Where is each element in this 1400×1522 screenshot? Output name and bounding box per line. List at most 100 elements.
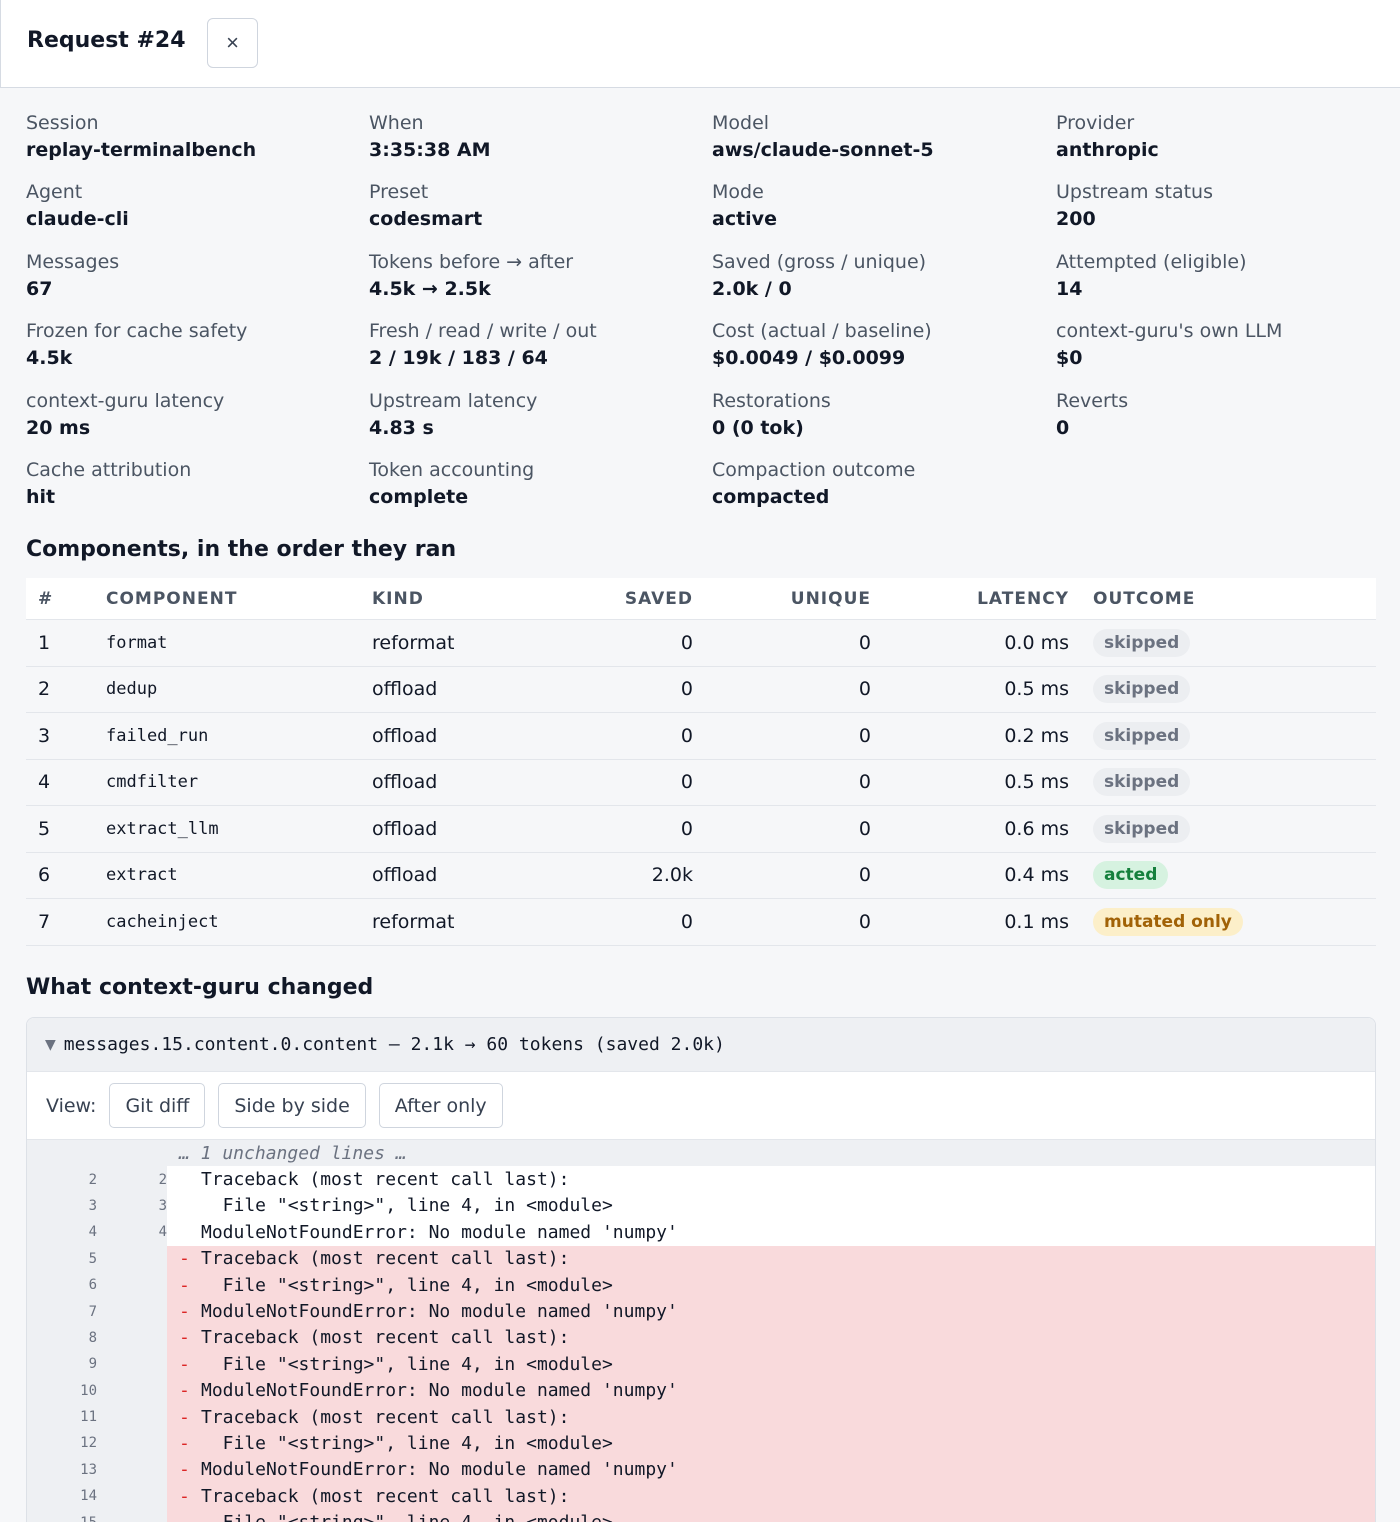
new-line-number: 3 bbox=[158, 1197, 167, 1214]
meta-field: Model aws/claude-sonnet-5 bbox=[712, 108, 1056, 177]
after-only-button[interactable]: After only bbox=[378, 1083, 503, 1128]
meta-label: Mode bbox=[712, 181, 764, 204]
cell-component: dedup bbox=[106, 679, 158, 700]
diff-line-text: File "<string>", line 4, in <module> bbox=[201, 1512, 613, 1522]
cell-latency: 0.6 ms bbox=[1004, 817, 1069, 840]
cell-unique: 0 bbox=[858, 771, 871, 794]
meta-value: 0 bbox=[1056, 416, 1070, 439]
table-row: 3 failed_run offload 0 0 0.2 ms skipped bbox=[26, 713, 1376, 760]
status-badge: skipped bbox=[1093, 675, 1191, 704]
meta-label: Attempted (eligible) bbox=[1056, 250, 1247, 273]
cell-outcome: skipped bbox=[1069, 721, 1191, 750]
old-line-number: 8 bbox=[88, 1329, 97, 1346]
cell-component: failed_run bbox=[106, 725, 209, 746]
cell-kind: offload bbox=[372, 678, 438, 701]
old-line-number: 10 bbox=[80, 1382, 97, 1399]
diff-line-deleted: 15 - File "<string>", line 4, in <module> bbox=[27, 1509, 1375, 1522]
cell-component: extract_llm bbox=[106, 818, 219, 839]
old-line-number: 15 bbox=[27, 1515, 97, 1522]
cell-kind: reformat bbox=[372, 631, 455, 654]
diff-line-deleted: 8 - Traceback (most recent call last): bbox=[27, 1324, 1375, 1352]
meta-label: Restorations bbox=[712, 389, 831, 412]
new-line-number: 4 bbox=[158, 1224, 167, 1241]
table-row: 4 cmdfilter offload 0 0 0.5 ms skipped bbox=[26, 760, 1376, 806]
meta-label: Reverts bbox=[1056, 389, 1129, 412]
col-header-num: # bbox=[38, 588, 54, 609]
meta-value: 4.5k → 2.5k bbox=[369, 277, 491, 300]
diff-line-text: ModuleNotFoundError: No module named 'nu… bbox=[201, 1459, 678, 1481]
cell-component: format bbox=[106, 632, 168, 653]
cell-num: 6 bbox=[38, 864, 51, 887]
diff-summary-toggle[interactable]: ▼ messages.15.content.0.content — 2.1k →… bbox=[27, 1018, 1375, 1072]
diff-line-text: ModuleNotFoundError: No module named 'nu… bbox=[201, 1301, 678, 1323]
col-header-component: COMPONENT bbox=[106, 588, 238, 609]
cell-num: 5 bbox=[38, 817, 51, 840]
diff-line-context: 3 3 File "<string>", line 4, in <module> bbox=[27, 1192, 1375, 1220]
cell-latency: 0.1 ms bbox=[1004, 910, 1069, 933]
cell-unique: 0 bbox=[858, 724, 871, 747]
meta-field: Upstream latency 4.83 s bbox=[369, 386, 712, 455]
diff-line-deleted: 7 - ModuleNotFoundError: No module named '… bbox=[27, 1298, 1375, 1325]
table-row: 1 format reformat 0 0 0.0 ms skipped bbox=[26, 620, 1376, 667]
diff-line-text: Traceback (most recent call last): bbox=[201, 1248, 570, 1270]
diff-marker: - bbox=[179, 1485, 190, 1507]
diff-marker: - bbox=[179, 1353, 190, 1375]
diff-marker: - bbox=[179, 1406, 190, 1428]
diff-line-text: File "<string>", line 4, in <module> bbox=[201, 1353, 613, 1375]
old-line-number: 14 bbox=[80, 1488, 97, 1505]
old-line-number: 3 bbox=[88, 1197, 97, 1214]
meta-value: 200 bbox=[1056, 208, 1096, 231]
diff-fold-line[interactable]: … 1 unchanged lines … bbox=[27, 1140, 1375, 1167]
diff-line-text: File "<string>", line 4, in <module> bbox=[201, 1274, 613, 1296]
drawer-header: Request #24 × bbox=[0, 0, 1400, 88]
cell-unique: 0 bbox=[858, 817, 871, 840]
meta-field: Fresh / read / write / out 2 / 19k / 183 … bbox=[369, 316, 712, 385]
meta-field: Messages 67 bbox=[26, 247, 369, 316]
meta-value: $0 bbox=[1056, 347, 1083, 370]
cell-kind: offload bbox=[372, 724, 438, 747]
cell-outcome: skipped bbox=[1069, 814, 1191, 843]
old-line-number: 11 bbox=[80, 1409, 97, 1426]
close-button[interactable]: × bbox=[207, 18, 258, 68]
diff-line-context: 2 2 Traceback (most recent call last): bbox=[27, 1166, 1375, 1193]
meta-field: Session replay-terminalbench bbox=[26, 108, 369, 177]
close-icon: × bbox=[226, 30, 239, 55]
cell-unique: 0 bbox=[858, 864, 871, 887]
diff-marker: - bbox=[179, 1459, 190, 1481]
side-by-side-button[interactable]: Side by side bbox=[218, 1083, 366, 1128]
view-toolbar: View: Git diff Side by side After only bbox=[27, 1072, 1375, 1140]
cell-num: 2 bbox=[38, 678, 51, 701]
meta-field: Frozen for cache safety 4.5k bbox=[26, 316, 369, 385]
meta-label: Messages bbox=[26, 250, 120, 273]
cell-kind: offload bbox=[372, 771, 438, 794]
old-line-number: 5 bbox=[88, 1250, 97, 1267]
cell-component: extract bbox=[106, 865, 178, 886]
diff-line-context: 4 4 ModuleNotFoundError: No module named … bbox=[27, 1219, 1375, 1246]
meta-label: Token accounting bbox=[369, 458, 535, 481]
diff-marker: - bbox=[179, 1512, 201, 1522]
diff-marker bbox=[179, 1195, 201, 1216]
cell-outcome: skipped bbox=[1069, 768, 1191, 797]
meta-label: context-guru's own LLM bbox=[1056, 320, 1283, 343]
cell-num: 3 bbox=[38, 724, 51, 747]
meta-value: complete bbox=[369, 485, 469, 508]
meta-field: Attempted (eligible) 14 bbox=[1056, 247, 1376, 316]
meta-value: 2 / 19k / 183 / 64 bbox=[369, 347, 548, 370]
diff-marker: - bbox=[179, 1301, 190, 1323]
meta-label: Compaction outcome bbox=[712, 458, 916, 481]
triangle-down-icon: ▼ bbox=[45, 1036, 56, 1053]
cell-latency: 0.5 ms bbox=[1004, 771, 1069, 794]
meta-field: Cache attribution hit bbox=[26, 455, 369, 524]
meta-field: Tokens before → after 4.5k → 2.5k bbox=[369, 247, 712, 316]
meta-label: context-guru latency bbox=[26, 389, 225, 412]
git-diff-button[interactable]: Git diff bbox=[109, 1083, 206, 1128]
meta-field: Mode active bbox=[712, 177, 1056, 246]
meta-value: claude-cli bbox=[26, 208, 129, 231]
diff-line-text: Traceback (most recent call last): bbox=[201, 1406, 570, 1428]
diff-line-deleted: 9 - File "<string>", line 4, in <module> bbox=[27, 1351, 1375, 1378]
meta-label: Agent bbox=[26, 181, 83, 204]
diff-marker: - bbox=[179, 1432, 190, 1454]
cell-latency: 0.5 ms bbox=[1004, 678, 1069, 701]
cell-num: 4 bbox=[38, 771, 51, 794]
cell-num: 7 bbox=[38, 910, 51, 933]
